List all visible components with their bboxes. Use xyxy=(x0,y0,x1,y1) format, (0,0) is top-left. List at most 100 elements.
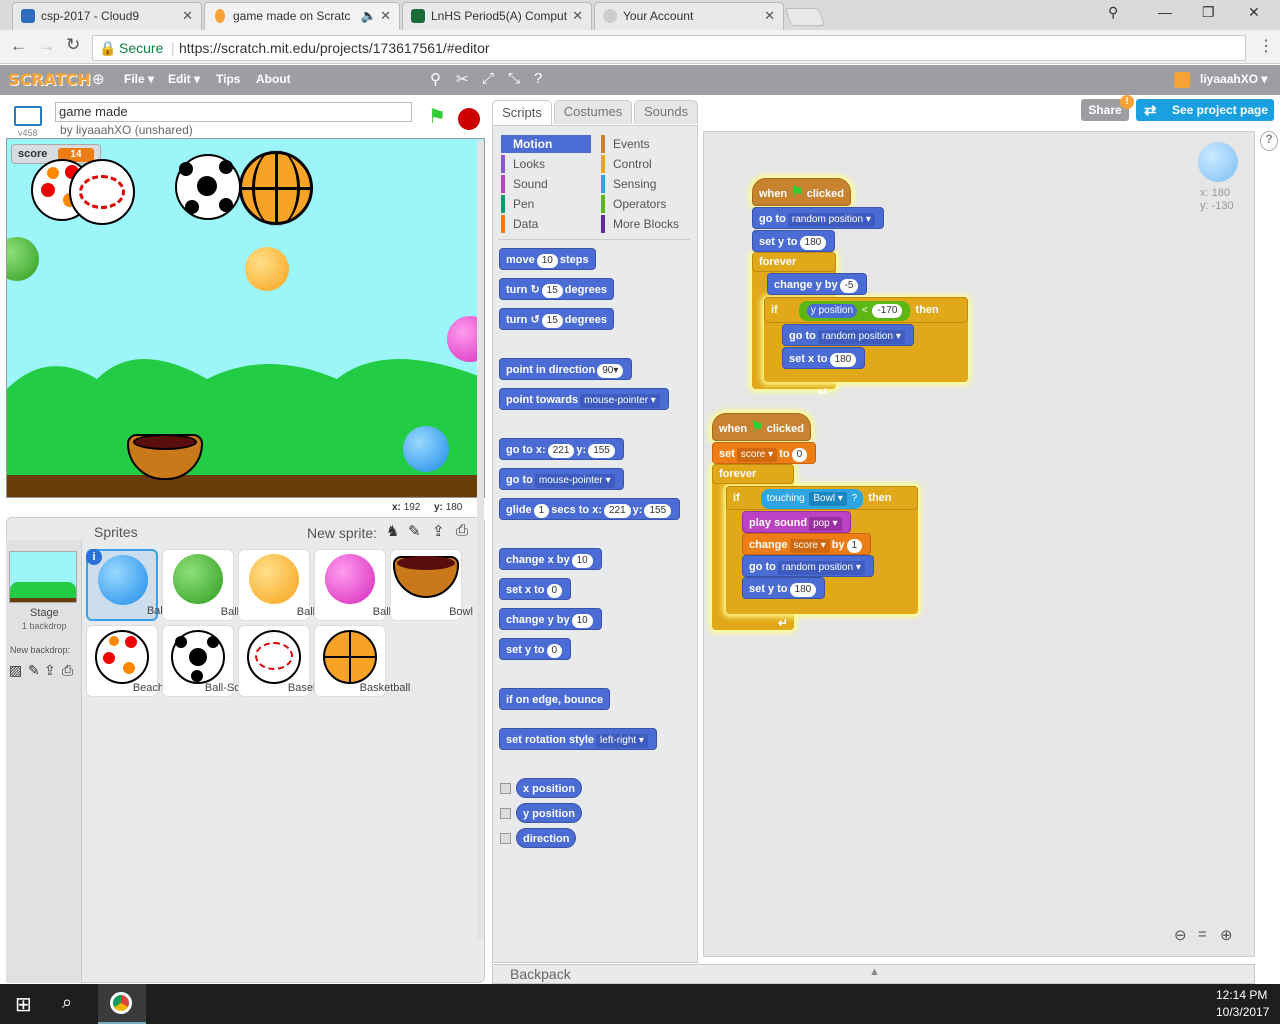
tab-sounds[interactable]: Sounds xyxy=(634,100,698,124)
menu-edit[interactable]: Edit ▾ xyxy=(168,72,200,86)
sprite-library-icon[interactable]: ♞ xyxy=(386,522,399,540)
duplicate-tool-icon[interactable]: ⚲ xyxy=(430,70,441,88)
browser-tab-cloud9[interactable]: csp-2017 - Cloud9 ✕ xyxy=(12,2,202,30)
browser-tab-scratch[interactable]: game made on Scratc 🔈 ✕ xyxy=(204,2,400,30)
hat-when-flag-clicked-1[interactable]: when ⚑ clicked xyxy=(752,178,852,206)
block-goto-random-1[interactable]: go to random position ▾ xyxy=(752,207,884,229)
backdrop-library-icon[interactable]: ▨ xyxy=(9,662,22,679)
stage-canvas[interactable]: score 14 xyxy=(6,138,485,498)
camera-sprite-icon[interactable]: ⎙ xyxy=(456,522,468,539)
if-header-2[interactable]: if touching Bowl ▾ ? then xyxy=(726,486,918,510)
block-change-score[interactable]: change score ▾ by 1 xyxy=(742,533,872,555)
sprite-card-ball3[interactable]: Ball3 xyxy=(238,549,321,621)
category-operators[interactable]: Operators xyxy=(601,195,666,213)
project-title-input[interactable]: game made xyxy=(55,102,412,122)
baseball-sprite[interactable] xyxy=(69,159,135,225)
block-change-x[interactable]: change x by 10 xyxy=(499,548,602,570)
block-set-x-1[interactable]: set x to 180 xyxy=(782,347,866,369)
block-change-y-1[interactable]: change y by -5 xyxy=(767,273,868,295)
minimize-icon[interactable]: — xyxy=(1158,4,1172,20)
forever-label-1[interactable]: forever xyxy=(752,252,836,272)
omnibox[interactable]: 🔒 Secure | https://scratch.mit.edu/proje… xyxy=(92,35,1246,61)
scratch-logo[interactable]: SCRATCH xyxy=(8,70,91,89)
sprite-card-bowl[interactable]: Bowl xyxy=(390,549,473,621)
reload-icon[interactable]: ↻ xyxy=(66,35,80,55)
block-set-x[interactable]: set x to 0 xyxy=(499,578,572,600)
soccer-ball-sprite[interactable] xyxy=(175,154,241,220)
sprite-card-ball4[interactable]: Ball4 xyxy=(314,549,397,621)
grow-tool-icon[interactable]: ⤢ xyxy=(482,70,494,87)
restore-icon[interactable]: ❐ xyxy=(1202,4,1215,21)
info-icon[interactable]: i xyxy=(86,549,102,565)
block-point-towards[interactable]: point towards mouse-pointer ▾ xyxy=(499,388,669,410)
zoom-in-icon[interactable]: ⊕ xyxy=(1220,926,1233,944)
windows-start-icon[interactable]: ⊞ xyxy=(15,992,32,1017)
menu-file[interactable]: File ▾ xyxy=(124,72,154,86)
help-icon[interactable]: ? xyxy=(1260,131,1278,151)
menu-tips[interactable]: Tips xyxy=(216,72,240,86)
blue-ball-sprite[interactable] xyxy=(403,426,449,472)
sprite-card-beachball[interactable]: Beachball xyxy=(86,625,181,697)
help-tool-icon[interactable]: ? xyxy=(534,70,542,87)
green-flag-icon[interactable]: ⚑ xyxy=(428,104,446,129)
if-header-1[interactable]: if y position < -170 then xyxy=(764,297,968,323)
category-more-blocks[interactable]: More Blocks xyxy=(601,215,679,233)
block-goto-random-2[interactable]: go to random position ▾ xyxy=(782,324,914,346)
camera-backdrop-icon[interactable]: ⎙ xyxy=(62,662,73,679)
block-goto-random-3[interactable]: go to random position ▾ xyxy=(742,555,874,577)
ypos-checkbox[interactable] xyxy=(500,808,511,819)
direction-checkbox[interactable] xyxy=(500,833,511,844)
category-looks[interactable]: Looks xyxy=(501,155,545,173)
user-menu[interactable]: liyaaahXO ▾ xyxy=(1200,72,1267,86)
category-control[interactable]: Control xyxy=(601,155,652,173)
tab-costumes[interactable]: Costumes xyxy=(554,100,632,124)
tab-scripts[interactable]: Scripts xyxy=(492,100,552,126)
sprites-scrollbar[interactable] xyxy=(477,140,484,940)
fullscreen-icon[interactable] xyxy=(14,106,42,126)
category-pen[interactable]: Pen xyxy=(501,195,534,213)
category-events[interactable]: Events xyxy=(601,135,650,153)
menu-kebab-icon[interactable]: ⋮ xyxy=(1258,36,1274,56)
paint-backdrop-icon[interactable]: ✎ xyxy=(28,662,40,679)
zoom-reset-icon[interactable]: = xyxy=(1198,926,1207,943)
block-set-y-2[interactable]: set y to 180 xyxy=(742,577,826,599)
new-tab-button[interactable] xyxy=(784,8,826,26)
menu-about[interactable]: About xyxy=(256,72,291,86)
block-move-steps[interactable]: move 10 steps xyxy=(499,248,596,270)
block-change-y[interactable]: change y by 10 xyxy=(499,608,602,630)
block-glide[interactable]: glide 1 secs to x: 221 y: 155 xyxy=(499,498,681,520)
category-sensing[interactable]: Sensing xyxy=(601,175,656,193)
browser-tab-account[interactable]: Your Account ✕ xyxy=(594,2,784,30)
basketball-sprite[interactable] xyxy=(239,150,313,226)
category-sound[interactable]: Sound xyxy=(501,175,548,193)
block-set-y-1[interactable]: set y to 180 xyxy=(752,230,836,252)
close-window-icon[interactable]: ✕ xyxy=(1248,4,1260,21)
globe-icon[interactable]: ⊕ xyxy=(92,70,105,88)
sprite-card-ball2[interactable]: Ball2 xyxy=(162,549,245,621)
close-tab-icon[interactable]: ✕ xyxy=(764,3,775,29)
chrome-taskbar-button[interactable] xyxy=(98,984,146,1024)
block-bounce[interactable]: if on edge, bounce xyxy=(499,688,611,710)
block-goto[interactable]: go to mouse-pointer ▾ xyxy=(499,468,624,490)
stage-thumbnail[interactable] xyxy=(9,551,77,603)
xpos-checkbox[interactable] xyxy=(500,783,511,794)
reporter-y-position[interactable]: y position xyxy=(516,803,582,823)
block-point-direction[interactable]: point in direction 90▾ xyxy=(499,358,633,380)
profile-icon[interactable]: ⚲ xyxy=(1108,4,1118,21)
delete-tool-icon[interactable]: ✂ xyxy=(456,70,469,88)
close-tab-icon[interactable]: ✕ xyxy=(572,3,583,29)
browser-tab-lnhs[interactable]: LnHS Period5(A) Comput ✕ xyxy=(402,2,592,30)
orange-ball-sprite[interactable] xyxy=(245,247,289,291)
close-tab-icon[interactable]: ✕ xyxy=(380,3,391,29)
backpack-bar[interactable]: Backpack ▲ xyxy=(492,964,1255,984)
block-set-score[interactable]: set score ▾ to 0 xyxy=(712,442,817,464)
shrink-tool-icon[interactable]: ⤡ xyxy=(508,70,520,87)
block-turn-right[interactable]: turn ↻ 15 degrees xyxy=(499,278,614,300)
sprite-card-ball-soccer[interactable]: Ball-Soccer xyxy=(162,625,261,697)
forever-label-2[interactable]: forever xyxy=(712,464,794,484)
back-arrow-icon[interactable]: ← xyxy=(10,36,27,56)
zoom-out-icon[interactable]: ⊖ xyxy=(1174,926,1187,944)
sprite-card-basketball[interactable]: Basketball xyxy=(314,625,410,697)
sprite-card-baseball[interactable]: Baseball xyxy=(238,625,330,697)
reporter-x-position[interactable]: x position xyxy=(516,778,582,798)
